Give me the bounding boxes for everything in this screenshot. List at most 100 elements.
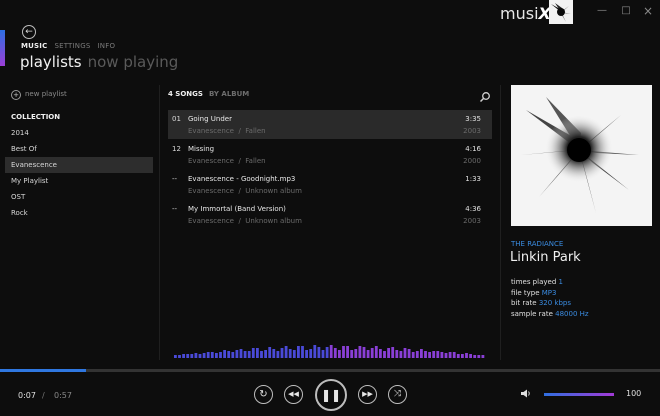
collection-header: COLLECTION — [11, 113, 61, 121]
repeat-icon: ↻ — [259, 389, 268, 400]
equalizer-bar — [235, 350, 239, 358]
tab-now-playing[interactable]: now playing — [88, 53, 179, 71]
meta-row: file type MP3 — [511, 288, 589, 299]
seek-bar-fill — [0, 369, 86, 372]
equalizer-bar — [432, 351, 436, 358]
equalizer-bar — [247, 351, 251, 358]
next-button[interactable]: ▶▶ — [358, 385, 377, 404]
pivot-tabs: playlists now playing — [20, 53, 184, 71]
album-art — [511, 85, 652, 226]
speaker-icon[interactable] — [521, 389, 531, 401]
previous-icon: ◀◀ — [288, 390, 299, 398]
equalizer-bar — [448, 352, 452, 358]
seek-bar[interactable] — [0, 369, 660, 372]
equalizer-bar — [305, 350, 308, 358]
arrow-left-icon: ← — [25, 27, 33, 37]
meta-row: bit rate 320 kbps — [511, 298, 589, 309]
track-number: 12 — [172, 145, 181, 153]
equalizer-bar — [473, 355, 477, 358]
minimize-button[interactable]: — — [594, 4, 610, 18]
equalizer-bar — [174, 355, 177, 358]
song-duration: 3:35 — [465, 115, 481, 123]
new-playlist-button[interactable]: + new playlist — [11, 90, 67, 100]
sort-by-album[interactable]: BY ALBUM — [209, 90, 249, 98]
collection-item[interactable]: 2014 — [5, 125, 153, 141]
equalizer-bar — [444, 353, 448, 358]
search-icon[interactable] — [479, 88, 491, 103]
song-album: Fallen — [245, 157, 266, 165]
collection-item[interactable]: Rock — [5, 205, 153, 221]
equalizer-bar — [231, 352, 235, 358]
total-time: 0:57 — [54, 391, 72, 400]
equalizer-bar — [288, 349, 292, 358]
equalizer-bar — [428, 352, 431, 358]
collection-item-selected[interactable]: Evanescence — [5, 157, 153, 173]
equalizer-bar — [424, 351, 427, 358]
current-time: 0:07 — [18, 391, 36, 400]
brand-prefix: musi — [500, 4, 539, 23]
song-album: Unknown album — [245, 187, 302, 195]
song-album: Fallen — [245, 127, 266, 135]
sub-separator: / — [238, 127, 241, 135]
track-number: 01 — [172, 115, 181, 123]
song-row[interactable]: 12 Missing Evanescence / Fallen 4:16 200… — [168, 140, 492, 169]
previous-button[interactable]: ◀◀ — [284, 385, 303, 404]
nav-info[interactable]: INFO — [98, 42, 116, 50]
repeat-button[interactable]: ↻ — [254, 385, 273, 404]
song-row[interactable]: 01 Going Under Evanescence / Fallen 3:35… — [168, 110, 492, 139]
songs-header: 4 SONGS BY ALBUM — [168, 90, 249, 98]
divider — [500, 85, 501, 360]
song-album: Unknown album — [245, 217, 302, 225]
equalizer-bar — [251, 348, 255, 358]
equalizer-bar — [223, 350, 226, 358]
equalizer-bar — [260, 351, 263, 358]
equalizer-bar — [313, 345, 317, 358]
equalizer-bar — [354, 349, 358, 358]
track-metadata: times played 1 file type MP3 bit rate 32… — [511, 277, 589, 319]
equalizer-bar — [342, 346, 345, 358]
artist-name: Linkin Park — [510, 250, 581, 265]
nav-settings[interactable]: SETTINGS — [54, 42, 90, 50]
song-year: 2003 — [463, 217, 481, 225]
volume-slider[interactable] — [544, 393, 614, 396]
equalizer-bar — [284, 346, 288, 358]
equalizer-bar — [301, 346, 304, 358]
equalizer-bar — [465, 353, 468, 358]
play-pause-button[interactable]: ❚❚ — [315, 379, 347, 411]
equalizer-bar — [374, 346, 378, 358]
song-subtitle: Evanescence / Fallen — [188, 157, 266, 165]
divider — [159, 85, 160, 360]
equalizer-bar — [333, 348, 337, 358]
equalizer-bar — [370, 348, 374, 358]
back-button[interactable]: ← — [22, 25, 36, 39]
collection-item[interactable]: Best Of — [5, 141, 153, 157]
song-row[interactable]: -- Evanescence - Goodnight.mp3 Evanescen… — [168, 170, 492, 199]
meta-key: times played — [511, 278, 557, 286]
meta-value: 320 kbps — [538, 299, 571, 307]
tab-playlists[interactable]: playlists — [20, 53, 82, 71]
meta-value: 1 — [558, 278, 563, 286]
close-button[interactable]: × — [640, 4, 656, 18]
nav-music[interactable]: MUSIC — [21, 42, 47, 50]
equalizer-bar — [399, 351, 403, 358]
pause-icon: ❚❚ — [320, 388, 342, 402]
equalizer-bar — [321, 350, 325, 358]
song-artist: Evanescence — [188, 157, 234, 165]
song-artist: Evanescence — [188, 127, 234, 135]
equalizer-bar — [469, 354, 472, 358]
equalizer-bar — [391, 347, 395, 358]
new-playlist-label: new playlist — [25, 90, 67, 98]
equalizer-bar — [452, 352, 456, 358]
sub-separator: / — [238, 187, 241, 195]
collection-item[interactable]: OST — [5, 189, 153, 205]
equalizer-bar — [346, 346, 349, 358]
collection-item[interactable]: My Playlist — [5, 173, 153, 189]
equalizer-bar — [411, 352, 415, 358]
meta-row: sample rate 48000 Hz — [511, 309, 589, 320]
equalizer-bar — [415, 351, 419, 358]
shuffle-button[interactable]: ⤨ — [388, 385, 407, 404]
equalizer-bar — [309, 349, 313, 358]
equalizer-bar — [420, 349, 423, 358]
song-row[interactable]: -- My Immortal (Band Version) Evanescenc… — [168, 200, 492, 229]
maximize-button[interactable]: □ — [618, 4, 634, 18]
